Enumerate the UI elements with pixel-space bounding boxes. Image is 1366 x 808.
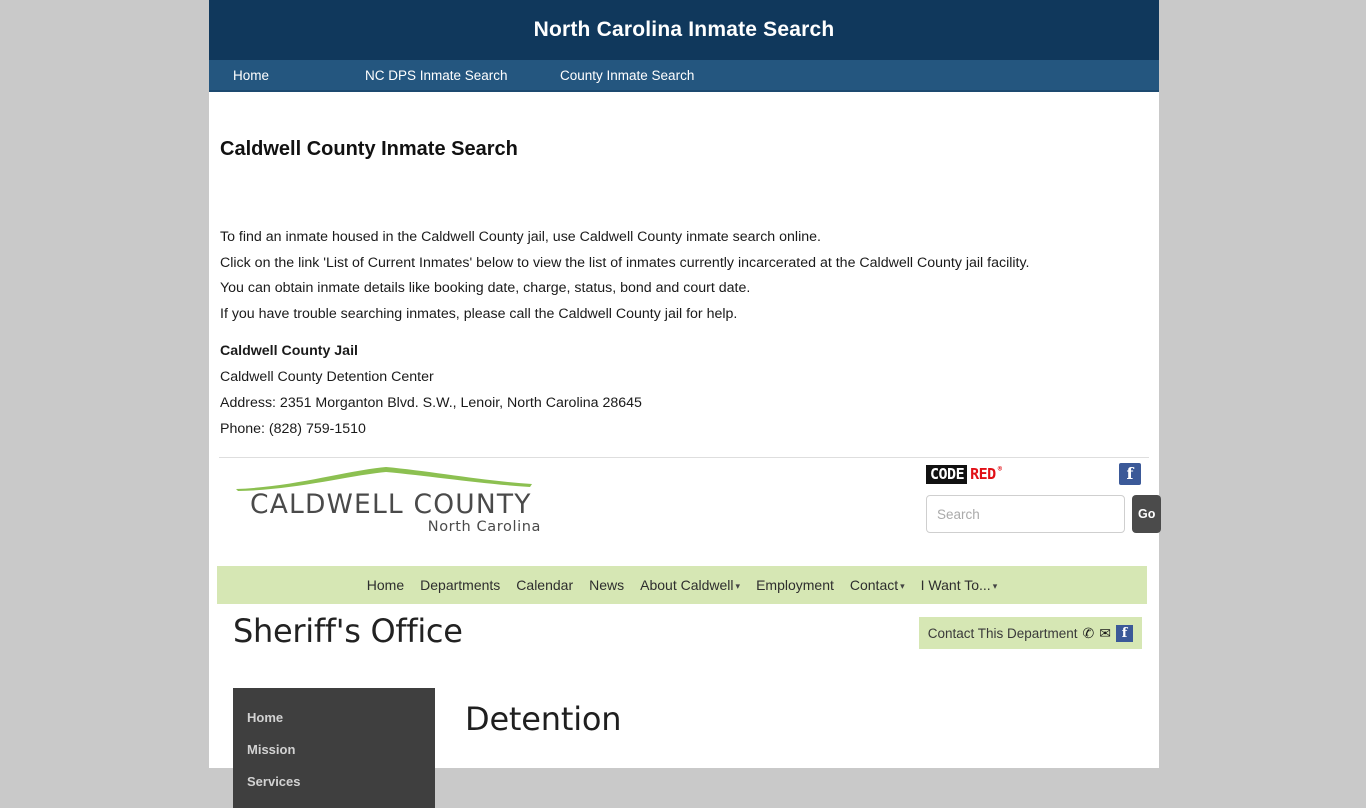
department-title: Sheriff's Office: [233, 612, 463, 650]
department-sidebar: Home Mission Services: [233, 688, 435, 808]
content-heading-detention: Detention: [465, 700, 622, 738]
county-nav-about-caldwell[interactable]: About Caldwell ▾: [632, 577, 748, 593]
jail-phone: Phone: (828) 759-1510: [220, 421, 366, 437]
page-container: North Carolina Inmate Search Home NC DPS…: [209, 0, 1162, 808]
codered-code-text: CODE: [926, 464, 968, 484]
site-header: North Carolina Inmate Search: [209, 0, 1159, 60]
county-nav-news[interactable]: News: [581, 577, 632, 593]
county-nav-about-caldwell-label: About Caldwell: [640, 577, 734, 593]
masthead-tools: CODERED® f Go: [926, 463, 1162, 533]
county-nav-calendar-label: Calendar: [516, 577, 574, 593]
phone-icon[interactable]: ✆: [1083, 626, 1095, 640]
masthead-tools-top-row: CODE RED ® f: [926, 463, 1141, 485]
logo-sub-text: North Carolina: [427, 519, 541, 535]
county-nav-departments-label: Departments: [420, 577, 501, 593]
jail-facility: Caldwell County Detention Center: [220, 369, 434, 385]
county-nav-contact[interactable]: Contact ▾: [842, 577, 913, 593]
intro-paragraph-4: If you have trouble searching inmates, p…: [220, 305, 738, 322]
department-content: Detention: [465, 688, 622, 738]
article-heading: Caldwell County Inmate Search: [220, 138, 518, 160]
intro-paragraph-2: Click on the link 'List of Current Inmat…: [220, 254, 1030, 271]
county-nav-i-want-to[interactable]: I Want To... ▾: [913, 577, 1006, 593]
logo-main-text: CALDWELL COUNTY: [250, 489, 532, 520]
county-site-masthead: CALDWELL COUNTY North Carolina CODE RED ® …: [209, 458, 1162, 566]
nav-item-home[interactable]: Home: [233, 68, 365, 83]
county-nav-home[interactable]: Home: [359, 577, 412, 593]
primary-navigation: Home NC DPS Inmate Search County Inmate …: [209, 60, 1159, 92]
chevron-down-icon: ▾: [900, 580, 905, 591]
envelope-icon[interactable]: ✉: [1099, 626, 1111, 640]
county-nav-contact-label: Contact: [849, 577, 899, 593]
codered-logo[interactable]: CODE RED ®: [926, 464, 1002, 484]
jail-name: Caldwell County Jail: [220, 343, 358, 359]
sidebar-item-home[interactable]: Home: [233, 702, 435, 734]
caldwell-county-logo[interactable]: CALDWELL COUNTY North Carolina: [234, 465, 544, 535]
county-nav-employment[interactable]: Employment: [748, 577, 842, 593]
chevron-down-icon: ▾: [992, 580, 998, 591]
contact-department-label: Contact This Department: [927, 625, 1078, 641]
intro-paragraph-1: To find an inmate housed in the Caldwell…: [220, 229, 821, 245]
county-nav-employment-label: Employment: [756, 577, 834, 593]
codered-registered-mark: ®: [997, 464, 1002, 473]
county-nav-news-label: News: [589, 577, 625, 593]
county-navigation: Home Departments Calendar News About Cal…: [217, 566, 1147, 604]
search-go-button[interactable]: Go: [1132, 495, 1162, 533]
facebook-icon[interactable]: f: [1119, 463, 1141, 485]
nav-item-nc-dps-inmate-search[interactable]: NC DPS Inmate Search: [365, 68, 560, 83]
embedded-county-site: CALDWELL COUNTY North Carolina CODE RED ® …: [209, 458, 1162, 808]
contact-department-box[interactable]: Contact This Department ✆ ✉ f: [918, 617, 1142, 649]
county-nav-home-label: Home: [366, 577, 405, 593]
sidebar-item-services[interactable]: Services: [233, 766, 435, 798]
county-nav-i-want-to-label: I Want To...: [920, 577, 991, 593]
codered-red-text: RED: [967, 464, 997, 484]
jail-info-block: Caldwell County Jail Caldwell County Det…: [219, 338, 1149, 442]
county-nav-calendar[interactable]: Calendar: [508, 577, 581, 593]
facebook-icon[interactable]: f: [1116, 624, 1133, 642]
jail-address: Address: 2351 Morganton Blvd. S.W., Leno…: [220, 395, 642, 411]
search-input[interactable]: [926, 495, 1125, 533]
sidebar-item-mission[interactable]: Mission: [233, 734, 435, 766]
article-intro: To find an inmate housed in the Caldwell…: [219, 161, 1149, 327]
page-title: North Carolina Inmate Search: [533, 18, 835, 41]
department-header: Sheriff's Office Contact This Department…: [209, 610, 1159, 688]
chevron-down-icon: ▾: [735, 580, 741, 591]
site-search: Go: [926, 495, 1162, 533]
intro-paragraph-3: You can obtain inmate details like booki…: [220, 280, 751, 296]
article: Caldwell County Inmate Search To find an…: [209, 92, 1159, 458]
nav-item-county-inmate-search[interactable]: County Inmate Search: [560, 68, 694, 83]
county-nav-departments[interactable]: Departments: [412, 577, 508, 593]
department-body: Home Mission Services Detention: [209, 688, 1159, 808]
logo-arc-icon: [236, 467, 532, 491]
